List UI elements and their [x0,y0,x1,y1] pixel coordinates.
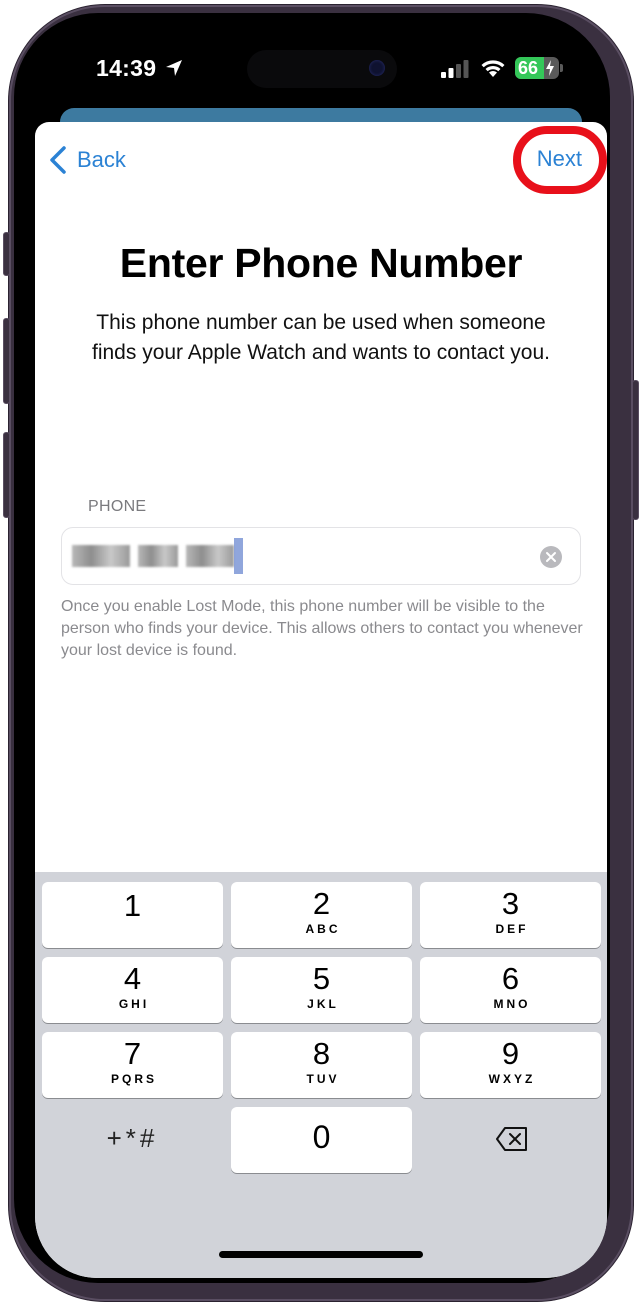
key-digit: 2 [312,886,331,921]
power-button [632,380,639,520]
redacted-block [72,545,130,567]
symbols-label: +*# [106,1123,159,1153]
status-bar: 14:39 66 [35,30,607,110]
phone-value-redacted [72,538,243,574]
key-delete[interactable] [420,1107,601,1173]
next-button[interactable]: Next [537,146,582,172]
battery-indicator: 66 [515,57,559,79]
key-digit: 8 [312,1036,331,1071]
key-letters: ABC [305,922,341,936]
key-letters: JKL [307,997,339,1011]
key-symbols[interactable]: +*# [42,1107,223,1173]
numeric-keypad: 1 2 ABC 3 DEF 4 GHI 5 JKL 6 MNO 7 PQRS 8… [35,872,607,1278]
battery-percent: 66 [518,58,539,78]
action-button [3,232,10,276]
key-1[interactable]: 1 [42,882,223,948]
page-subtitle: This phone number can be used when someo… [92,311,550,364]
key-letters: MNO [493,997,531,1011]
key-letters: WXYZ [488,1072,536,1086]
charging-bolt-icon [546,60,554,76]
home-indicator[interactable] [219,1251,423,1258]
clear-x-icon [546,552,556,562]
front-camera [369,60,385,76]
redacted-block [186,545,234,567]
phone-input[interactable] [61,527,581,585]
volume-down-button [3,432,10,518]
redacted-block [138,545,178,567]
delete-backspace-icon [496,1127,527,1151]
key-digit: 3 [501,886,520,921]
key-digit: 9 [501,1036,520,1071]
chevron-left-icon [50,146,66,174]
page-title: Enter Phone Number [119,240,523,286]
key-9[interactable]: 9 WXYZ [420,1032,601,1098]
key-letters: PQRS [110,1072,157,1086]
key-5[interactable]: 5 JKL [231,957,412,1023]
key-digit: 1 [123,888,142,923]
lost-mode-footnote: Once you enable Lost Mode, this phone nu… [61,598,583,659]
volume-up-button [3,318,10,404]
key-letters: TUV [306,1072,340,1086]
back-label: Back [77,147,126,172]
key-0[interactable]: 0 [231,1107,412,1173]
key-digit: 5 [312,961,331,996]
key-letters: GHI [118,997,150,1011]
status-time: 14:39 [96,55,157,81]
key-6[interactable]: 6 MNO [420,957,601,1023]
key-digit: 7 [123,1036,142,1071]
key-4[interactable]: 4 GHI [42,957,223,1023]
key-8[interactable]: 8 TUV [231,1032,412,1098]
key-digit: 6 [501,961,520,996]
back-button[interactable]: Back [49,144,126,176]
key-7[interactable]: 7 PQRS [42,1032,223,1098]
text-cursor [234,538,243,574]
location-arrow-icon [166,60,182,76]
cellular-signal-icon [441,60,469,78]
key-3[interactable]: 3 DEF [420,882,601,948]
key-digit: 0 [312,1119,331,1155]
wifi-icon [481,60,505,77]
key-letters: DEF [495,922,529,936]
screen: 14:39 66 Back Next Enter Phone Number Th… [35,30,607,1278]
key-2[interactable]: 2 ABC [231,882,412,948]
battery-tip [560,64,563,72]
key-digit: 4 [123,961,142,996]
clear-button[interactable] [540,546,562,568]
phone-field-label: PHONE [88,498,147,515]
